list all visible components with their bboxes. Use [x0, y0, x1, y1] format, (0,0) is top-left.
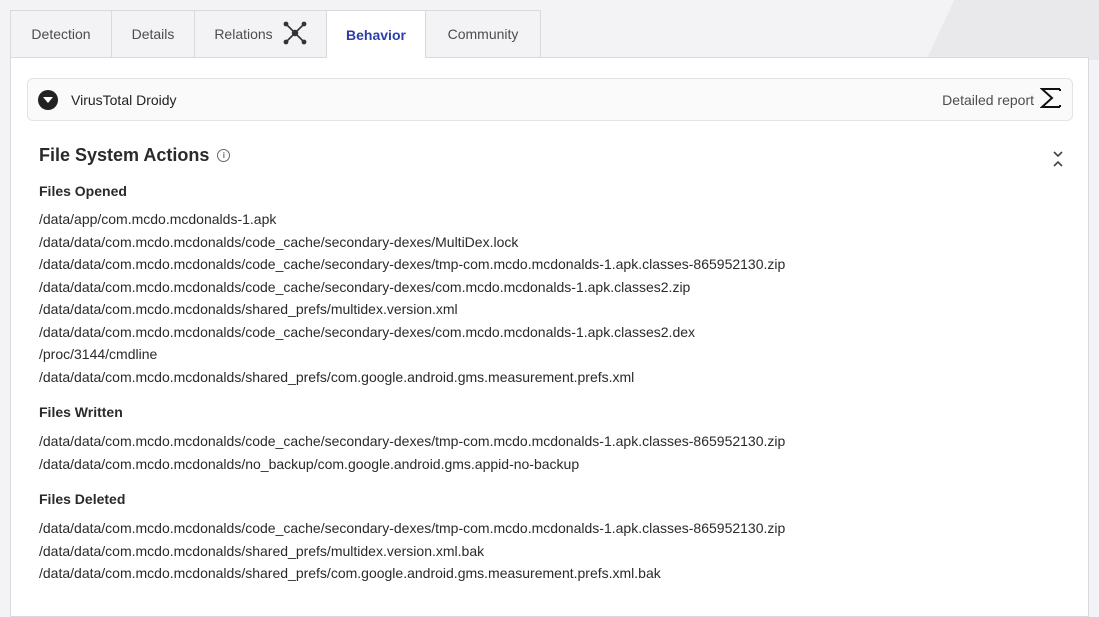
file-path: /data/data/com.mcdo.mcdonalds/code_cache…	[39, 433, 786, 449]
tab-community[interactable]: Community	[425, 10, 541, 57]
sigma-icon	[1039, 87, 1062, 112]
files-opened-list: /data/app/com.mcdo.mcdonalds-1.apk /data…	[39, 208, 785, 388]
detailed-report-label: Detailed report	[942, 91, 1034, 108]
tab-behavior[interactable]: Behavior	[326, 10, 426, 58]
tab-detection[interactable]: Detection	[10, 10, 112, 57]
tab-label: Detection	[31, 26, 91, 42]
sandbox-header[interactable]: VirusTotal Droidy Detailed report	[27, 78, 1073, 121]
detailed-report-link[interactable]: Detailed report	[942, 87, 1062, 112]
section-title: File System Actions i	[39, 145, 231, 166]
graph-nodes-icon	[283, 21, 307, 48]
files-written-title: Files Written	[39, 404, 123, 420]
files-deleted-list: /data/data/com.mcdo.mcdonalds/code_cache…	[39, 517, 785, 585]
tab-label: Behavior	[346, 26, 406, 43]
file-path: /data/data/com.mcdo.mcdonalds/no_backup/…	[39, 455, 580, 472]
file-path: /data/data/com.mcdo.mcdonalds/shared_pre…	[39, 301, 458, 317]
tab-details[interactable]: Details	[111, 10, 195, 57]
tab-label: Community	[447, 26, 519, 42]
file-path: /proc/3144/cmdline	[39, 346, 158, 362]
file-path: /data/data/com.mcdo.mcdonalds/shared_pre…	[39, 368, 635, 385]
behavior-panel: VirusTotal Droidy Detailed report File S…	[10, 57, 1089, 617]
header-background	[839, 0, 1099, 60]
files-deleted-title: Files Deleted	[39, 491, 126, 507]
sandbox-name: VirusTotal Droidy	[71, 91, 177, 108]
file-path: /data/data/com.mcdo.mcdonalds/shared_pre…	[39, 565, 661, 581]
tab-relations[interactable]: Relations	[194, 10, 327, 57]
files-opened-title: Files Opened	[39, 183, 127, 199]
info-icon[interactable]: i	[217, 149, 231, 162]
file-path: /data/data/com.mcdo.mcdonalds/code_cache…	[39, 323, 696, 340]
tab-label: Relations	[214, 26, 273, 42]
collapse-icon[interactable]	[1052, 150, 1064, 173]
file-path: /data/data/com.mcdo.mcdonalds/code_cache…	[39, 256, 786, 272]
file-path: /data/app/com.mcdo.mcdonalds-1.apk	[39, 211, 277, 227]
chevron-down-icon[interactable]	[38, 89, 58, 110]
tab-bar: Detection Details Relations Behavior Com…	[10, 10, 541, 58]
tab-label: Details	[131, 26, 175, 42]
file-path: /data/data/com.mcdo.mcdonalds/code_cache…	[39, 520, 786, 536]
file-path: /data/data/com.mcdo.mcdonalds/shared_pre…	[39, 542, 485, 559]
file-path: /data/data/com.mcdo.mcdonalds/code_cache…	[39, 233, 519, 250]
file-path: /data/data/com.mcdo.mcdonalds/code_cache…	[39, 278, 691, 295]
section-title-text: File System Actions	[39, 145, 210, 165]
files-written-list: /data/data/com.mcdo.mcdonalds/code_cache…	[39, 430, 785, 475]
